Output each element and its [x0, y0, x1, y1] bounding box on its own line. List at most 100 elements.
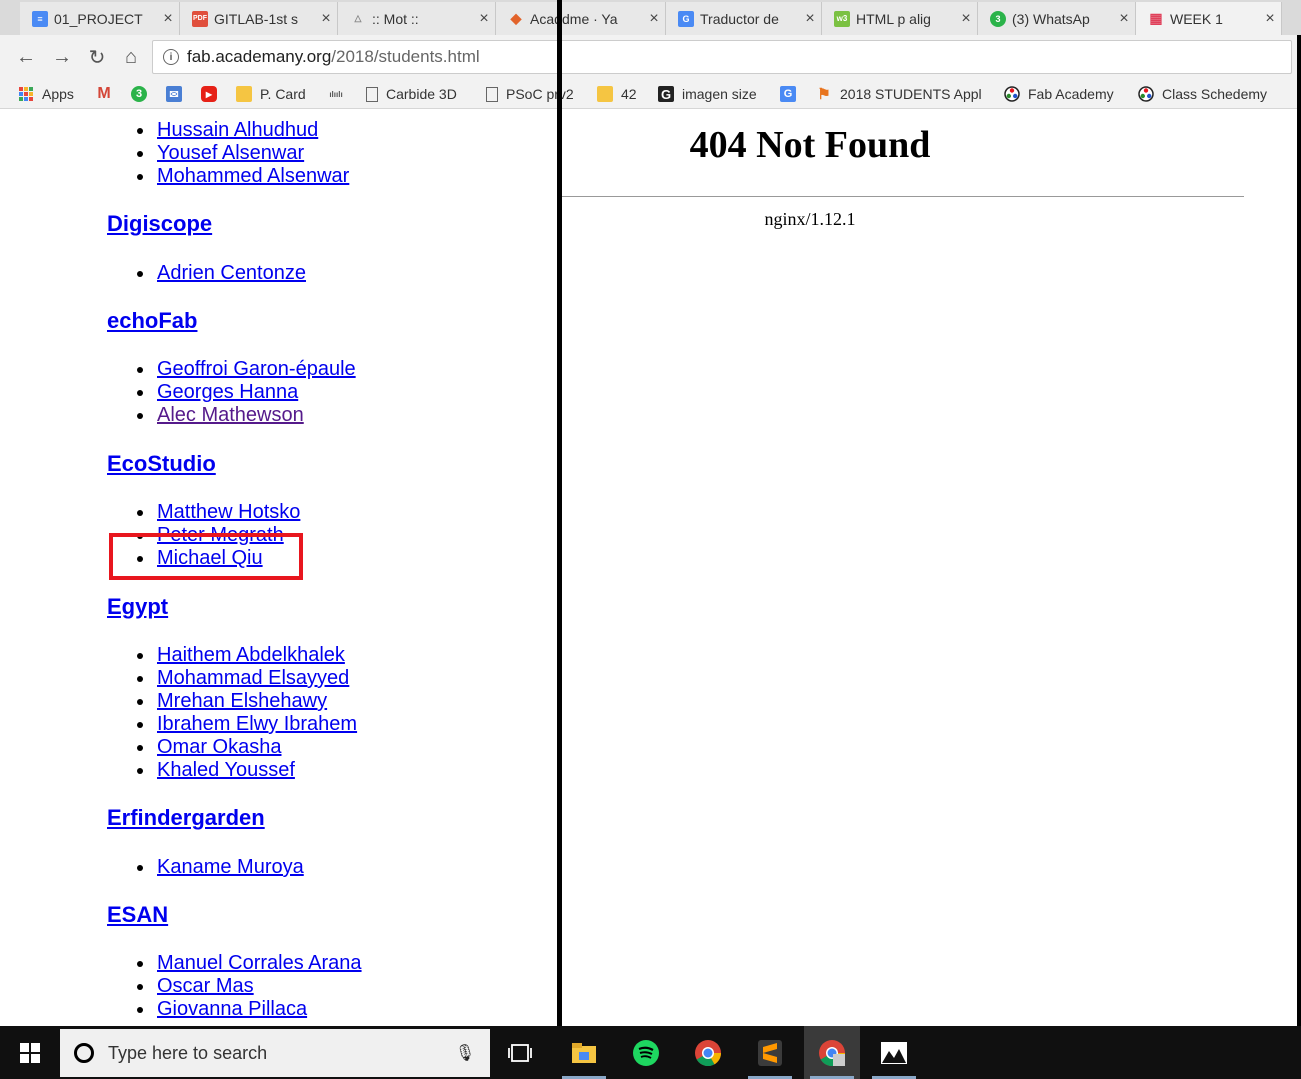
- tab-whatsapp[interactable]: 3 (3) WhatsAp ×: [978, 2, 1136, 35]
- bookmark-cisco[interactable]: ılıılı: [328, 84, 352, 104]
- bookmark-pcard[interactable]: P. Card: [236, 84, 306, 104]
- taskbar-search-input[interactable]: Type here to search 🎙: [60, 1029, 490, 1077]
- student-link[interactable]: Haithem Abdelkhalek: [157, 644, 345, 666]
- close-icon[interactable]: ×: [1259, 10, 1281, 28]
- search-placeholder: Type here to search: [108, 1042, 268, 1063]
- close-icon[interactable]: ×: [799, 10, 821, 28]
- list-item: Haithem Abdelkhalek: [137, 644, 345, 667]
- student-link[interactable]: Mohammed Alsenwar: [157, 165, 349, 187]
- bookmark-fab-academy[interactable]: Fab Academy: [1004, 84, 1114, 104]
- bookmark-imagen[interactable]: G imagen size: [658, 84, 757, 104]
- lab-link[interactable]: EcoStudio: [107, 451, 216, 476]
- student-link[interactable]: Geoffroi Garon-épaule: [157, 358, 356, 380]
- photos-icon[interactable]: [866, 1026, 922, 1079]
- bookmark-whatsapp[interactable]: 3: [131, 84, 155, 104]
- bookmark-youtube[interactable]: ▶: [201, 84, 225, 104]
- tab-title: GITLAB-1st s: [214, 10, 299, 27]
- student-link[interactable]: Manuel Corrales Arana: [157, 952, 362, 974]
- list-item: Omar Okasha: [137, 736, 281, 759]
- url-domain: fab.academany.org: [187, 47, 332, 66]
- chrome-profile-icon[interactable]: [804, 1026, 860, 1079]
- bullet: [137, 390, 143, 396]
- lab-link[interactable]: echoFab: [107, 308, 197, 333]
- close-icon[interactable]: ×: [157, 10, 179, 28]
- student-link[interactable]: Khaled Youssef: [157, 759, 295, 781]
- bookmark-mail[interactable]: ✉: [166, 84, 190, 104]
- student-link[interactable]: Kaname Muroya: [157, 856, 304, 878]
- close-icon[interactable]: ×: [643, 10, 665, 28]
- triangle-icon: △: [354, 13, 362, 23]
- close-icon[interactable]: ×: [1113, 10, 1135, 28]
- list-item: Mohammed Alsenwar: [137, 165, 349, 188]
- lab-link[interactable]: Digiscope: [107, 211, 212, 236]
- microphone-icon[interactable]: 🎙: [450, 1043, 480, 1063]
- bullet: [137, 745, 143, 751]
- list-item: Giovanna Pillaca: [137, 998, 307, 1021]
- student-link[interactable]: Yousef Alsenwar: [157, 142, 304, 164]
- list-item: Hussain Alhudhud: [137, 119, 318, 142]
- tab-week1[interactable]: ▦ WEEK 1 ×: [1136, 2, 1282, 35]
- browser-toolbar: ← → ↻ ⌂ i fab.academany.org/2018/student…: [0, 35, 1301, 79]
- students-page: Hussain Alhudhud Yousef Alsenwar Mohamme…: [0, 109, 557, 1026]
- spotify-icon[interactable]: [618, 1026, 674, 1079]
- pdf-icon: PDF: [192, 10, 208, 27]
- close-icon[interactable]: ×: [473, 10, 495, 28]
- tab-gitlab[interactable]: PDF GITLAB-1st s ×: [180, 2, 338, 35]
- flag-icon: ⚑: [817, 86, 831, 103]
- bookmark-translate[interactable]: G: [780, 84, 804, 104]
- back-arrow-icon[interactable]: ←: [14, 45, 38, 69]
- task-view-icon[interactable]: [492, 1026, 548, 1079]
- address-bar[interactable]: i fab.academany.org/2018/students.html: [152, 40, 1292, 74]
- chrome-icon[interactable]: [680, 1026, 736, 1079]
- bookmark-label: 42: [621, 86, 637, 102]
- student-link[interactable]: Adrien Centonze: [157, 262, 306, 284]
- tab-01-project[interactable]: ≡ 01_PROJECT ×: [20, 2, 180, 35]
- bookmark-2018-students[interactable]: ⚑ 2018 STUDENTS Appl: [816, 84, 981, 104]
- student-link[interactable]: Omar Okasha: [157, 736, 281, 758]
- lab-heading-egypt: Egypt: [107, 594, 168, 620]
- sublime-icon[interactable]: [742, 1026, 798, 1079]
- bookmark-label: Fab Academy: [1028, 86, 1114, 102]
- bookmark-apps[interactable]: Apps: [18, 84, 74, 104]
- bookmark-label: Carbide 3D: [386, 86, 457, 102]
- tab-html[interactable]: w3 HTML p alig ×: [822, 2, 978, 35]
- student-link[interactable]: Ibrahem Elwy Ibrahem: [157, 713, 357, 735]
- file-explorer-icon[interactable]: [556, 1026, 612, 1079]
- tab-mot[interactable]: △ :: Mot :: ×: [338, 2, 496, 35]
- close-icon[interactable]: ×: [315, 10, 337, 28]
- close-icon[interactable]: ×: [955, 10, 977, 28]
- bookmark-42[interactable]: 42: [597, 84, 637, 104]
- lab-link[interactable]: Erfindergarden: [107, 805, 265, 830]
- tab-title: WEEK 1: [1170, 10, 1223, 27]
- bookmark-carbide[interactable]: Carbide 3D: [366, 84, 457, 104]
- url-path: /2018/students.html: [331, 47, 480, 66]
- list-item: Oscar Mas: [137, 975, 254, 998]
- student-link[interactable]: Georges Hanna: [157, 381, 298, 403]
- student-link[interactable]: Mohammad Elsayyed: [157, 667, 349, 689]
- lab-link[interactable]: Egypt: [107, 594, 168, 619]
- list-item: Manuel Corrales Arana: [137, 952, 362, 975]
- tab-title: :: Mot ::: [372, 10, 419, 27]
- lab-link[interactable]: ESAN: [107, 902, 168, 927]
- bullet: [137, 413, 143, 419]
- forward-arrow-icon[interactable]: →: [50, 45, 74, 69]
- student-link[interactable]: Giovanna Pillaca: [157, 998, 307, 1020]
- student-link[interactable]: Matthew Hotsko: [157, 501, 300, 523]
- tab-academe[interactable]: ◆ Academe · Ya: [496, 2, 558, 35]
- bookmark-gmail[interactable]: M: [96, 84, 120, 104]
- windows-start-icon[interactable]: [0, 1026, 60, 1079]
- info-icon[interactable]: i: [163, 49, 179, 65]
- tab-academe-right[interactable]: dme · Ya ×: [562, 2, 666, 35]
- student-link[interactable]: Oscar Mas: [157, 975, 254, 997]
- whatsapp-icon: 3: [990, 10, 1006, 27]
- student-link[interactable]: Hussain Alhudhud: [157, 119, 318, 141]
- student-link[interactable]: Alec Mathewson: [157, 404, 304, 426]
- student-link[interactable]: Mrehan Elshehawy: [157, 690, 327, 712]
- bookmark-label: PSoC prv2: [506, 86, 574, 102]
- bookmark-class-schedule[interactable]: Class Schedemy: [1138, 84, 1267, 104]
- home-icon[interactable]: ⌂: [119, 45, 143, 69]
- reload-icon[interactable]: ↻: [85, 45, 109, 69]
- list-item: Alec Mathewson: [137, 404, 304, 427]
- tab-title: dme · Ya: [562, 10, 618, 27]
- tab-traductor[interactable]: G Traductor de ×: [666, 2, 822, 35]
